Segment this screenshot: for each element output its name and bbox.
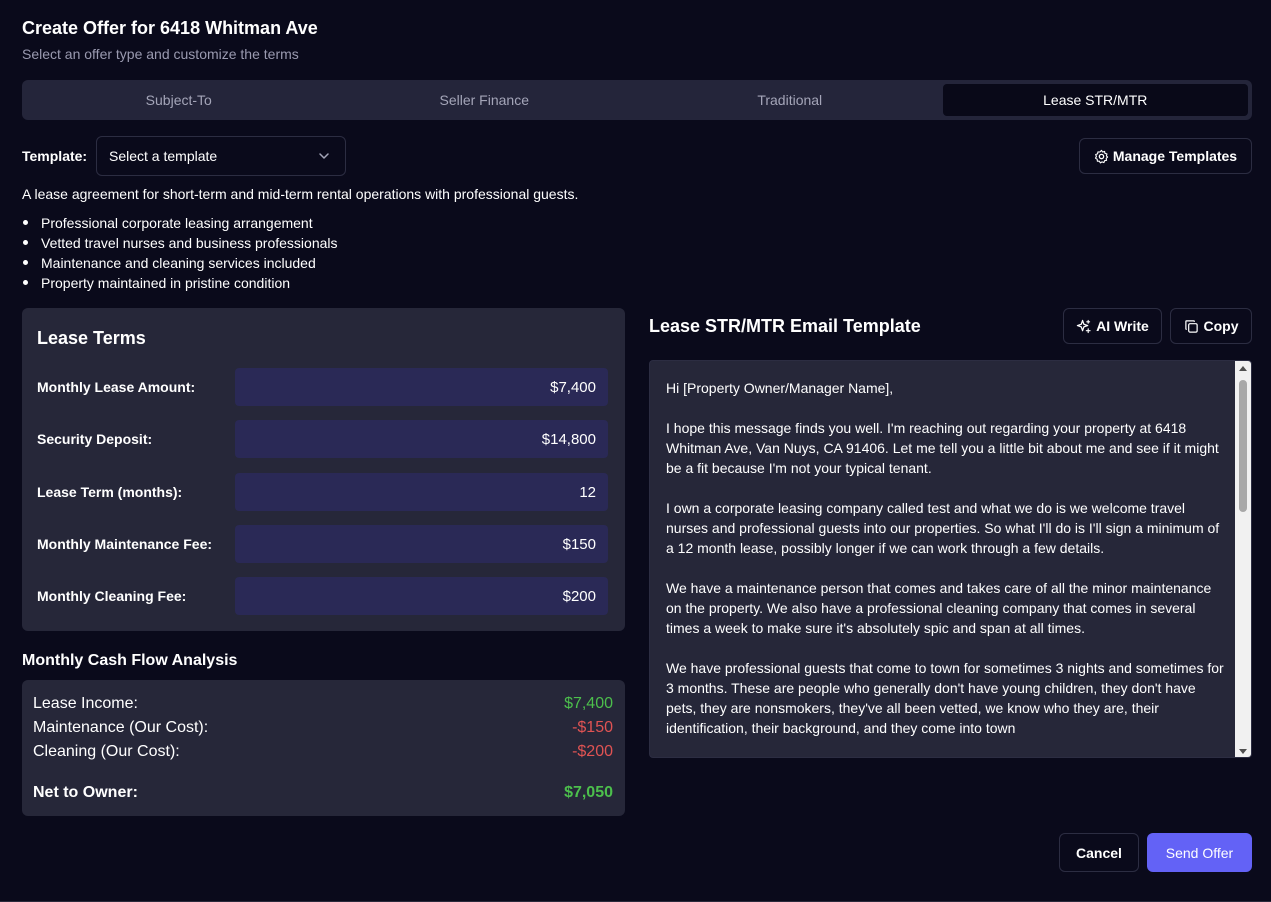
monthly-lease-amount-row: Monthly Lease Amount: $7,400 (37, 368, 608, 406)
dialog-title: Create Offer for 6418 Whitman Ave (22, 18, 318, 38)
lease-terms-card: Lease Terms Monthly Lease Amount: $7,400… (22, 308, 625, 631)
chevron-down-icon (317, 149, 331, 163)
cancel-button[interactable]: Cancel (1059, 833, 1139, 872)
email-body-textarea[interactable]: Hi [Property Owner/Manager Name], I hope… (649, 360, 1252, 758)
cleaning-fee-input[interactable]: $200 (235, 577, 608, 615)
field-label: Lease Term (months): (37, 484, 183, 500)
manage-templates-button[interactable]: Manage Templates (1079, 138, 1252, 174)
manage-templates-label: Manage Templates (1112, 148, 1238, 164)
field-label: Monthly Maintenance Fee: (37, 536, 213, 552)
template-select-value: Select a template (109, 148, 218, 164)
scroll-thumb[interactable] (1239, 380, 1247, 512)
tab-traditional[interactable]: Traditional (637, 84, 943, 116)
cash-flow-label: Lease Income: (33, 695, 138, 712)
cleaning-cost-value: -$200 (572, 743, 613, 760)
scroll-down-icon[interactable] (1239, 749, 1247, 754)
lease-income-value: $7,400 (564, 695, 613, 712)
ai-write-label: AI Write (1096, 318, 1149, 334)
send-offer-button[interactable]: Send Offer (1147, 833, 1252, 872)
lease-term-row: Lease Term (months): 12 (37, 473, 608, 511)
sparkles-icon (1076, 319, 1091, 334)
list-item: Maintenance and cleaning services includ… (22, 253, 338, 273)
cash-flow-title: Monthly Cash Flow Analysis (22, 652, 238, 669)
tab-seller-finance[interactable]: Seller Finance (332, 84, 638, 116)
create-offer-dialog: Create Offer for 6418 Whitman Ave Select… (0, 0, 1271, 902)
gear-icon (1094, 149, 1109, 164)
cash-flow-label: Cleaning (Our Cost): (33, 743, 180, 760)
cleaning-fee-row: Monthly Cleaning Fee: $200 (37, 577, 608, 615)
security-deposit-row: Security Deposit: $14,800 (37, 420, 608, 458)
maintenance-cost-value: -$150 (572, 719, 613, 736)
field-label: Security Deposit: (37, 431, 153, 447)
email-template-title: Lease STR/MTR Email Template (649, 316, 921, 336)
email-body-text: Hi [Property Owner/Manager Name], I hope… (666, 380, 1224, 736)
offer-type-tabs: Subject-To Seller Finance Traditional Le… (22, 80, 1252, 120)
field-label: Monthly Cleaning Fee: (37, 588, 187, 604)
email-scrollbar[interactable] (1235, 361, 1251, 757)
maintenance-fee-input[interactable]: $150 (235, 525, 608, 563)
lease-term-input[interactable]: 12 (235, 473, 608, 511)
template-label: Template: (22, 148, 88, 164)
offer-description: A lease agreement for short-term and mid… (22, 186, 579, 202)
list-item: Vetted travel nurses and business profes… (22, 233, 338, 253)
scroll-up-icon[interactable] (1239, 366, 1247, 371)
tab-lease-str-mtr[interactable]: Lease STR/MTR (942, 84, 1248, 116)
dialog-subtitle: Select an offer type and customize the t… (22, 46, 299, 62)
copy-icon (1184, 319, 1199, 334)
cash-flow-card: Lease Income: $7,400 Maintenance (Our Co… (22, 680, 625, 816)
template-select[interactable]: Select a template (96, 136, 346, 176)
ai-write-button[interactable]: AI Write (1063, 308, 1162, 344)
monthly-lease-amount-input[interactable]: $7,400 (235, 368, 608, 406)
net-to-owner-value: $7,050 (564, 784, 613, 801)
copy-label: Copy (1203, 318, 1239, 334)
maintenance-fee-row: Monthly Maintenance Fee: $150 (37, 525, 608, 563)
offer-features-list: Professional corporate leasing arrangeme… (22, 213, 338, 293)
list-item: Professional corporate leasing arrangeme… (22, 213, 338, 233)
cash-flow-label: Maintenance (Our Cost): (33, 719, 209, 736)
field-label: Monthly Lease Amount: (37, 379, 196, 395)
copy-button[interactable]: Copy (1170, 308, 1252, 344)
lease-terms-title: Lease Terms (37, 328, 146, 348)
list-item: Property maintained in pristine conditio… (22, 273, 338, 293)
security-deposit-input[interactable]: $14,800 (235, 420, 608, 458)
net-to-owner-label: Net to Owner: (33, 784, 138, 801)
tab-subject-to[interactable]: Subject-To (26, 84, 332, 116)
